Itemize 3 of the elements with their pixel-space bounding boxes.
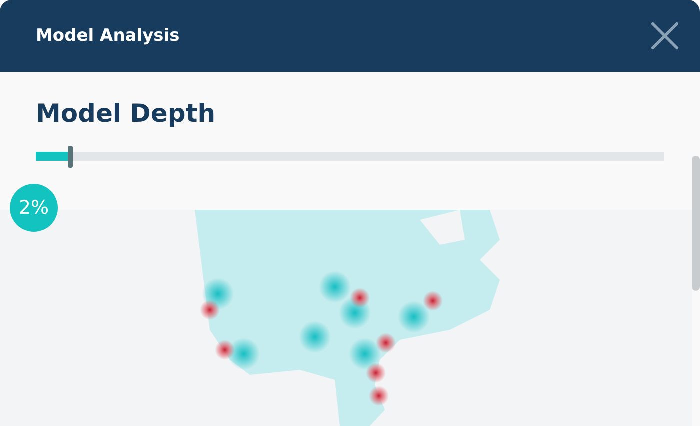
section-title: Model Depth [36,98,217,130]
slider-value: 2% [10,184,58,232]
window-title: Model Analysis [36,26,180,46]
